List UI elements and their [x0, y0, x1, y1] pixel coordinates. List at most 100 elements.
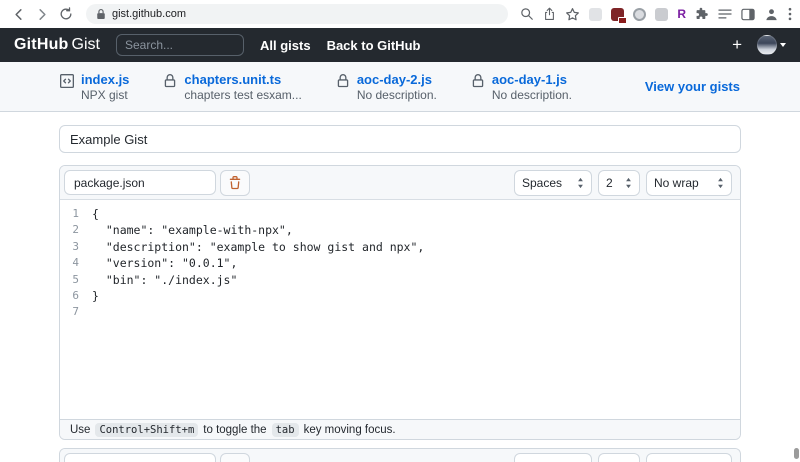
accessibility-hint: Use Control+Shift+m to toggle the tab ke… — [60, 419, 740, 439]
back-button[interactable] — [8, 4, 28, 24]
code-text: "name": "example-with-npx", — [92, 222, 293, 238]
lock-icon — [163, 74, 177, 101]
hint-shortcut-kbd: Control+Shift+m — [95, 423, 198, 437]
gist-item-aoc-day-1[interactable]: aoc-day-1.js No description. — [471, 73, 572, 101]
reading-list-button[interactable] — [718, 8, 732, 20]
zoom-button[interactable] — [520, 7, 534, 21]
code-text: } — [92, 288, 99, 304]
updown-arrows-icon — [625, 177, 632, 189]
share-button[interactable] — [543, 7, 556, 21]
code-line: 7 — [60, 304, 740, 320]
star-icon — [565, 7, 580, 22]
indent-mode-select[interactable]: Spaces — [514, 170, 592, 196]
code-line: 2 "name": "example-with-npx", — [60, 222, 740, 238]
updown-arrows-icon — [577, 177, 584, 189]
extension-icon-1[interactable] — [589, 8, 602, 21]
reload-button[interactable] — [56, 4, 76, 24]
indent-mode-value: Spaces — [522, 176, 562, 190]
file-block-package-json: Spaces 2 No wrap 1 { 2 "name" — [59, 165, 741, 440]
sidebar-icon — [741, 8, 755, 21]
nav-back-to-github[interactable]: Back to GitHub — [327, 38, 421, 53]
url-bar[interactable]: gist.github.com — [86, 4, 508, 24]
indent-mode-select-2[interactable] — [514, 453, 592, 462]
trash-icon — [228, 176, 242, 190]
brand-github: GitHub — [14, 36, 69, 54]
gist-description-input[interactable] — [59, 125, 741, 153]
code-line: 6 } — [60, 288, 740, 304]
gist-name[interactable]: chapters.unit.ts — [184, 73, 301, 86]
gist-item-chapters[interactable]: chapters.unit.ts chapters test esxam... — [163, 73, 301, 101]
filename-input-2[interactable] — [64, 453, 216, 462]
line-number: 6 — [60, 288, 92, 304]
puzzle-icon — [695, 7, 709, 21]
delete-file-button[interactable] — [220, 170, 250, 196]
editor-settings: Spaces 2 No wrap — [514, 170, 736, 196]
nav-all-gists[interactable]: All gists — [260, 38, 311, 53]
url-text: gist.github.com — [112, 8, 186, 20]
browser-menu-button[interactable] — [788, 7, 792, 21]
extension-badge — [618, 17, 627, 24]
code-text: "bin": "./index.js" — [92, 272, 237, 288]
github-gist-logo[interactable]: GitHub Gist — [14, 36, 100, 54]
code-line: 1 { — [60, 206, 740, 222]
search-input[interactable] — [116, 34, 244, 56]
lock-icon — [471, 74, 485, 101]
new-gist-plus-button[interactable]: + — [732, 35, 742, 55]
code-text: "description": "example to show gist and… — [92, 239, 424, 255]
wrap-mode-select-2[interactable] — [646, 453, 732, 462]
gist-description: No description. — [492, 89, 572, 101]
editor-settings-2 — [514, 453, 736, 462]
file-block-new — [59, 448, 741, 462]
bookmark-star-button[interactable] — [565, 7, 580, 22]
wrap-mode-select[interactable]: No wrap — [646, 170, 732, 196]
page-scrollbar-thumb[interactable] — [794, 448, 799, 459]
forward-button[interactable] — [32, 4, 52, 24]
gist-name[interactable]: index.js — [81, 73, 129, 86]
hint-prefix: Use — [70, 424, 90, 436]
line-number: 7 — [60, 304, 92, 320]
file-header: Spaces 2 No wrap — [60, 166, 740, 200]
view-your-gists-link[interactable]: View your gists — [645, 79, 740, 94]
gist-name[interactable]: aoc-day-1.js — [492, 73, 572, 86]
profile-menu-button[interactable] — [757, 35, 786, 55]
reload-icon — [59, 7, 73, 21]
line-number: 5 — [60, 272, 92, 288]
hint-suffix: key moving focus. — [304, 424, 396, 436]
back-arrow-icon — [11, 7, 26, 22]
side-panel-button[interactable] — [741, 8, 755, 21]
indent-size-select[interactable]: 2 — [598, 170, 640, 196]
wrap-mode-value: No wrap — [654, 176, 699, 190]
extension-icon-r[interactable]: R — [677, 8, 686, 21]
code-editor[interactable]: 1 { 2 "name": "example-with-npx", 3 "des… — [60, 200, 740, 419]
extension-icon-4[interactable] — [655, 8, 668, 21]
gist-name[interactable]: aoc-day-2.js — [357, 73, 437, 86]
gist-description: chapters test esxam... — [184, 89, 301, 101]
hint-tab-kbd: tab — [272, 423, 299, 437]
extension-icon-3[interactable] — [633, 8, 646, 21]
delete-file-button-2[interactable] — [220, 453, 250, 462]
magnifier-icon — [520, 7, 534, 21]
indent-size-value: 2 — [606, 176, 613, 190]
line-number: 4 — [60, 255, 92, 271]
browser-profile-button[interactable] — [764, 7, 779, 22]
code-line: 5 "bin": "./index.js" — [60, 272, 740, 288]
extensions-puzzle-button[interactable] — [695, 7, 709, 21]
list-icon — [718, 8, 732, 20]
header-right: + — [732, 35, 786, 55]
gist-item-aoc-day-2[interactable]: aoc-day-2.js No description. — [336, 73, 437, 101]
forward-arrow-icon — [35, 7, 50, 22]
line-number: 3 — [60, 239, 92, 255]
indent-size-select-2[interactable] — [598, 453, 640, 462]
gist-item-index-js[interactable]: index.js NPX gist — [60, 73, 129, 101]
recent-gists-bar: index.js NPX gist chapters.unit.ts chapt… — [0, 62, 800, 112]
filename-input[interactable] — [64, 170, 216, 195]
vertical-dots-icon — [788, 7, 792, 21]
gist-description: NPX gist — [81, 89, 129, 101]
browser-toolbar-icons: R — [520, 7, 792, 22]
file-header — [60, 449, 740, 462]
brand-gist: Gist — [72, 36, 100, 54]
browser-chrome: gist.github.com R — [0, 0, 800, 28]
line-number: 1 — [60, 206, 92, 222]
extension-icon-2[interactable] — [611, 8, 624, 21]
gist-form: Spaces 2 No wrap 1 { 2 "name" — [0, 112, 800, 462]
